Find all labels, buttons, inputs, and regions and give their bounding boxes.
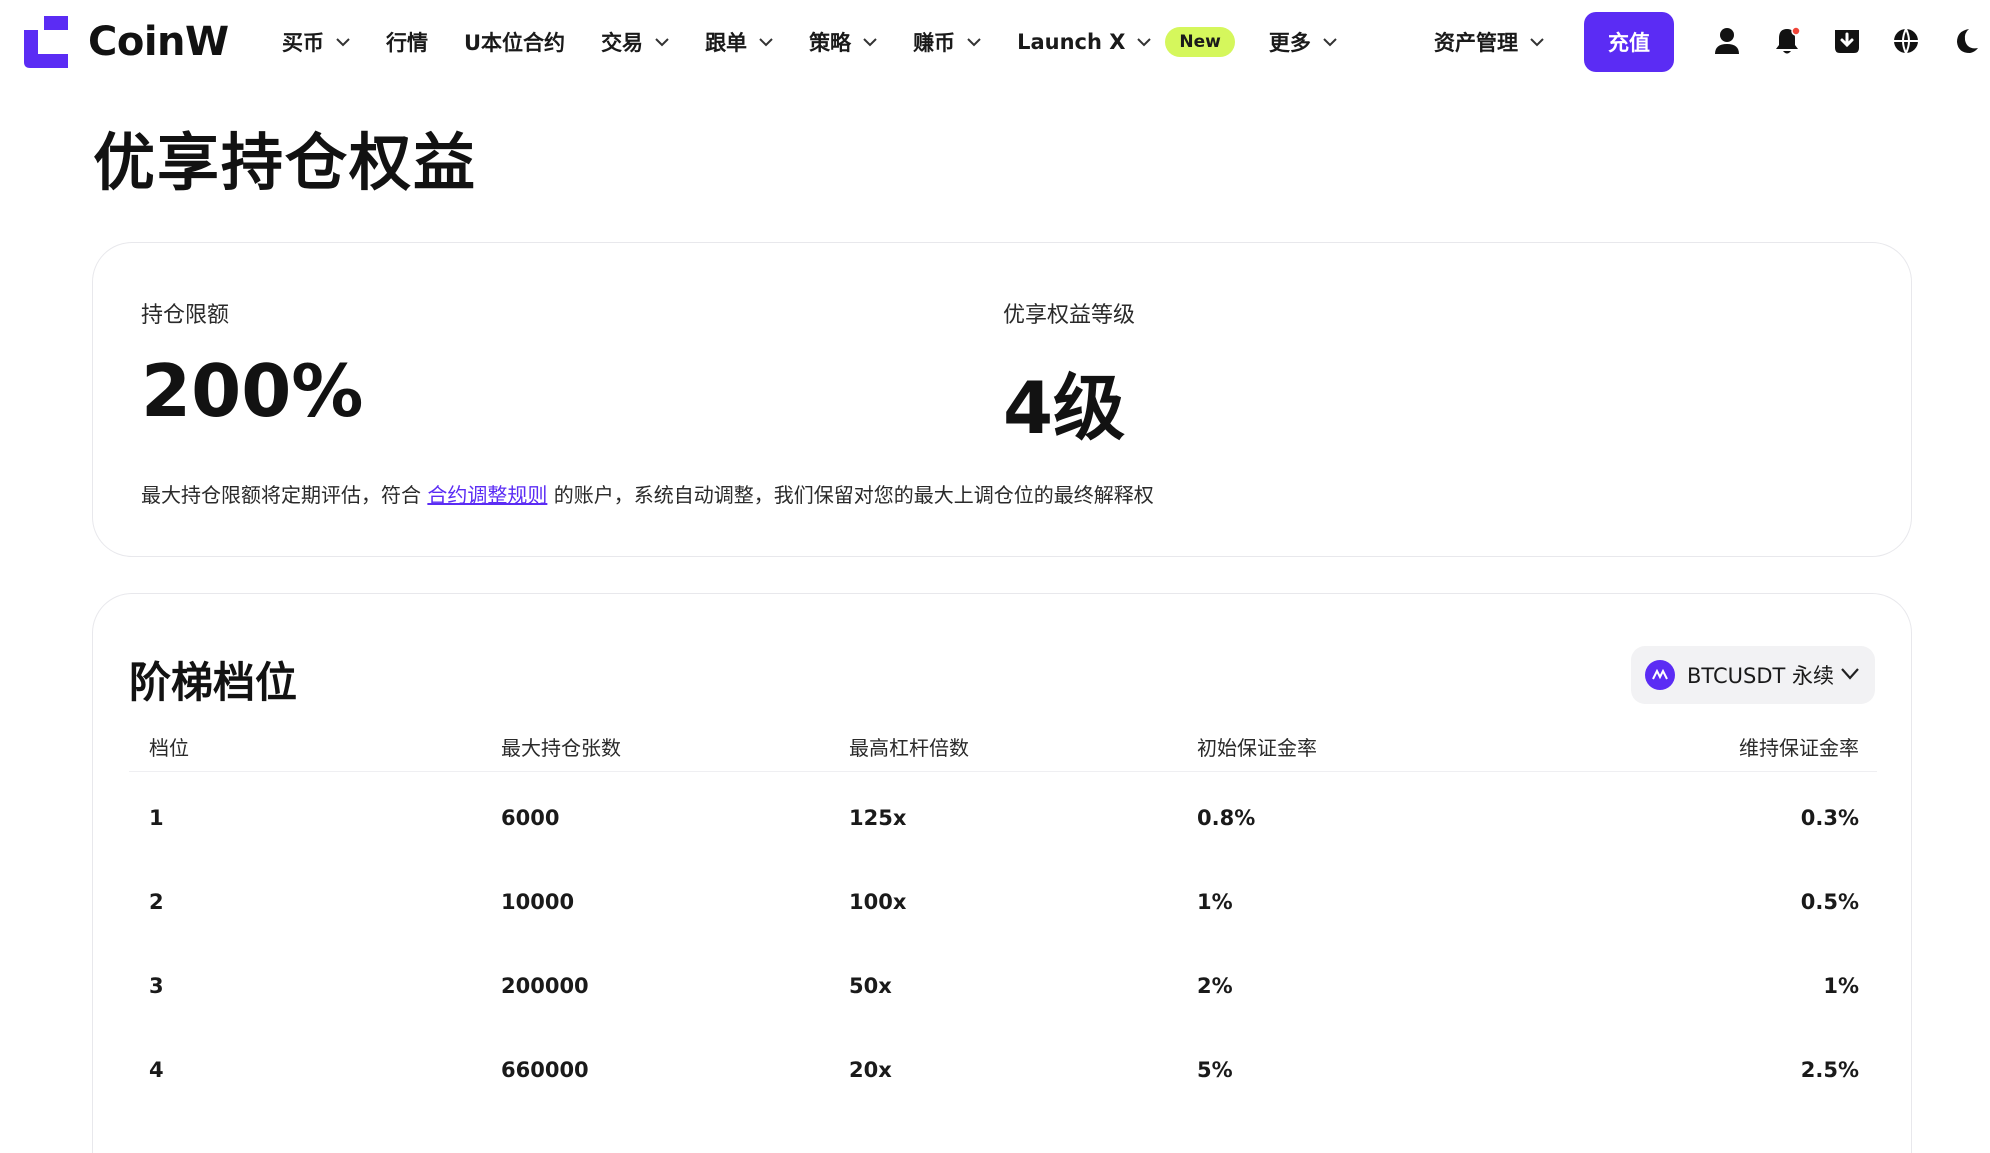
nav-label: 买币 [282, 31, 324, 55]
chevron-down-icon [1841, 668, 1859, 680]
chevron-down-icon [1137, 37, 1152, 46]
nav-label: U本位合约 [464, 31, 566, 55]
nav-label: 跟单 [705, 31, 748, 55]
cell-max-position: 10000 [501, 890, 575, 914]
cell-tier: 3 [149, 974, 164, 998]
nav-label: 交易 [601, 31, 644, 55]
cell-initial-margin: 5% [1197, 1058, 1233, 1082]
contract-symbol-icon [1645, 660, 1675, 690]
contract-rules-link[interactable]: 合约调整规则 [427, 483, 547, 507]
position-limit-label: 持仓限额 [141, 303, 230, 328]
cell-maintenance-margin: 1% [1823, 974, 1859, 998]
col-initial-margin: 初始保证金率 [1197, 736, 1317, 760]
logo[interactable]: CoinW [24, 16, 229, 68]
col-max-leverage: 最高杠杆倍数 [849, 736, 969, 760]
cell-max-leverage: 100x [849, 890, 907, 914]
limit-note: 最大持仓限额将定期评估，符合 合约调整规则 的账户，系统自动调整，我们保留对您的… [141, 479, 1154, 508]
cell-maintenance-margin: 0.5% [1800, 890, 1859, 914]
page-title: 优享持仓权益 [93, 126, 478, 199]
asset-management-menu[interactable]: 资产管理 [1434, 0, 1544, 84]
chevron-down-icon [759, 37, 773, 46]
note-text-after: 的账户，系统自动调整，我们保留对您的最大上调仓位的最终解释权 [547, 483, 1154, 507]
nav-copy-trading[interactable]: 跟单 [705, 27, 773, 57]
nav-trade[interactable]: 交易 [601, 27, 669, 57]
cell-max-position: 200000 [501, 974, 589, 998]
nav-usdt-futures[interactable]: U本位合约 [464, 27, 565, 57]
nav-label: 行情 [386, 31, 428, 55]
nav-label: 赚币 [913, 31, 956, 55]
table-header: 档位 最大持仓张数 最高杠杆倍数 初始保证金率 维持保证金率 [129, 722, 1877, 772]
top-navbar: CoinW 买币 行情 U本位合约 交易 跟单 策略 赚币 Launch X N… [0, 0, 1990, 84]
cell-maintenance-margin: 2.5% [1800, 1058, 1859, 1082]
logo-text: CoinW [88, 19, 229, 65]
cell-initial-margin: 2% [1197, 974, 1233, 998]
chevron-down-icon [967, 37, 981, 46]
symbol-label: BTCUSDT 永续 [1687, 664, 1835, 688]
cell-maintenance-margin: 0.3% [1800, 806, 1859, 830]
symbol-select[interactable]: BTCUSDT 永续 [1631, 646, 1875, 704]
table-row: 1 6000 125x 0.8% 0.3% [129, 778, 1877, 862]
asset-management-label: 资产管理 [1434, 31, 1518, 55]
nav-label: 更多 [1268, 31, 1311, 55]
col-tier: 档位 [149, 736, 189, 760]
chevron-down-icon [863, 37, 877, 46]
tiers-title: 阶梯档位 [129, 658, 298, 707]
deposit-button[interactable]: 充值 [1584, 12, 1674, 72]
nav-label: 策略 [809, 31, 852, 55]
cell-max-position: 660000 [501, 1058, 589, 1082]
nav-buy-crypto[interactable]: 买币 [282, 27, 350, 57]
cell-max-leverage: 125x [849, 806, 907, 830]
moon-icon[interactable] [1950, 26, 1980, 56]
nav-earn[interactable]: 赚币 [913, 27, 981, 57]
nav-strategy[interactable]: 策略 [809, 27, 877, 57]
nav-launch-x[interactable]: Launch X New [1017, 27, 1235, 57]
position-summary-card: 持仓限额 200% 优享权益等级 4级 最大持仓限额将定期评估，符合 合约调整规… [92, 242, 1912, 557]
col-maintenance-margin: 维持保证金率 [1739, 736, 1859, 760]
bell-icon[interactable] [1772, 26, 1802, 56]
table-row: 3 200000 50x 2% 1% [129, 946, 1877, 1030]
table-row: 4 660000 20x 5% 2.5% [129, 1030, 1877, 1114]
chevron-down-icon [336, 37, 350, 46]
chevron-down-icon [1530, 37, 1544, 46]
cell-max-leverage: 20x [849, 1058, 892, 1082]
nav-label: Launch X [1017, 30, 1126, 54]
cell-initial-margin: 1% [1197, 890, 1233, 914]
coinw-logo-icon [24, 16, 68, 68]
chevron-down-icon [655, 37, 669, 46]
main-nav: 买币 行情 U本位合约 交易 跟单 策略 赚币 Launch X New 更多 [282, 0, 1373, 84]
cell-tier: 1 [149, 806, 164, 830]
privilege-level-value: 4级 [1003, 366, 1126, 450]
cell-initial-margin: 0.8% [1197, 806, 1256, 830]
user-icon[interactable] [1712, 26, 1742, 56]
tiers-card: 阶梯档位 BTCUSDT 永续 档位 最大持仓张数 最高杠杆倍数 初始保证金率 … [92, 593, 1912, 1153]
note-text-before: 最大持仓限额将定期评估，符合 [141, 483, 428, 507]
globe-icon[interactable] [1891, 26, 1921, 56]
chevron-down-icon [1323, 37, 1337, 46]
cell-tier: 4 [149, 1058, 164, 1082]
table-body: 1 6000 125x 0.8% 0.3% 2 10000 100x 1% 0.… [129, 778, 1877, 1114]
download-icon[interactable] [1832, 26, 1862, 56]
cell-tier: 2 [149, 890, 164, 914]
privilege-level-label: 优享权益等级 [1003, 303, 1136, 328]
col-max-position: 最大持仓张数 [501, 736, 621, 760]
tiers-table: 档位 最大持仓张数 最高杠杆倍数 初始保证金率 维持保证金率 1 6000 12… [129, 722, 1877, 1114]
nav-markets[interactable]: 行情 [386, 27, 428, 57]
table-row: 2 10000 100x 1% 0.5% [129, 862, 1877, 946]
nav-more[interactable]: 更多 [1269, 27, 1337, 57]
cell-max-position: 6000 [501, 806, 560, 830]
cell-max-leverage: 50x [849, 974, 892, 998]
new-badge: New [1165, 27, 1235, 57]
position-limit-value: 200% [141, 349, 364, 433]
